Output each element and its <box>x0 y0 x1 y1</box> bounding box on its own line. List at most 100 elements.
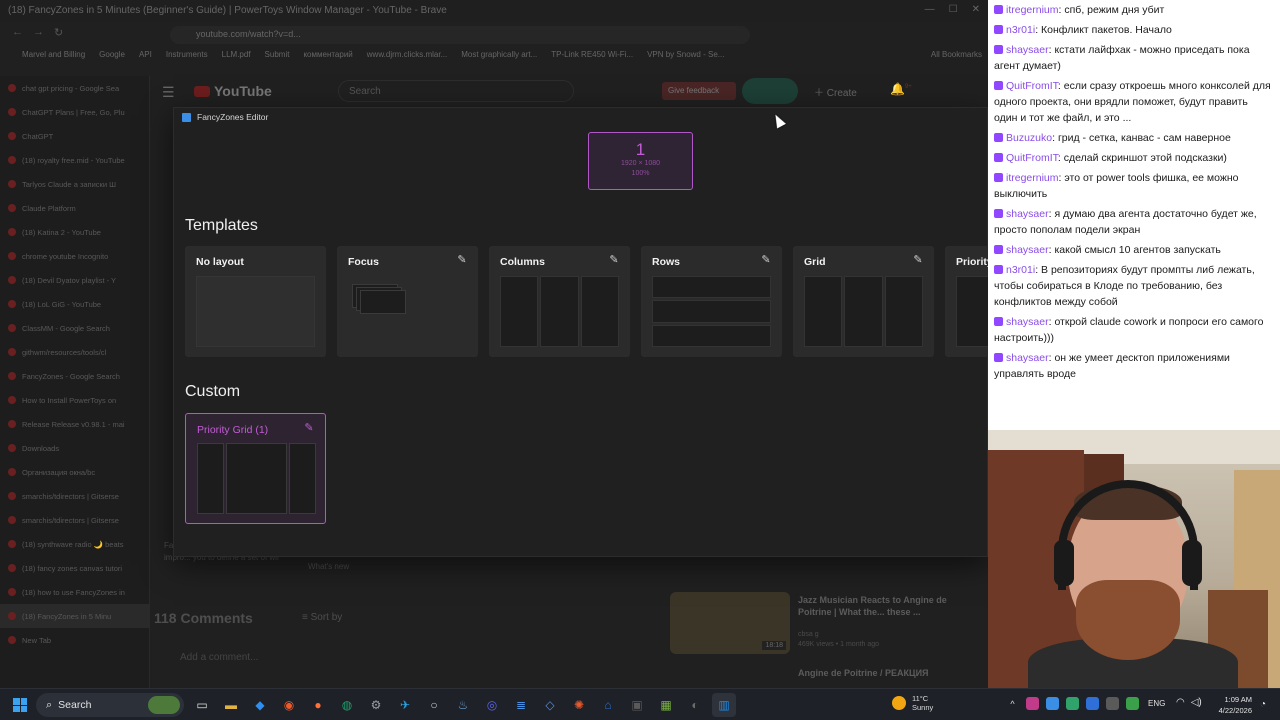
bookmark-item[interactable]: www.djrm.clicks.mlar... <box>367 50 447 66</box>
explorer-files-icon[interactable]: ▭ <box>190 693 214 717</box>
browser-tab[interactable]: ClassMM - Google Search <box>0 316 149 340</box>
notepad-icon[interactable]: ≣ <box>509 693 533 717</box>
give-feedback-button[interactable]: Give feedback <box>662 82 736 100</box>
bookmark-item[interactable]: TP-Link RE450 Wi-Fi... <box>551 50 633 66</box>
bookmark-item[interactable]: Google <box>99 50 125 66</box>
bookmark-item[interactable]: Instruments <box>166 50 208 66</box>
settings-icon[interactable]: ⚙ <box>364 693 388 717</box>
template-focus[interactable]: Focus ✎ <box>337 246 478 357</box>
tray-app-icon[interactable] <box>1126 697 1139 710</box>
browser-tab[interactable]: (18) synthwave radio 🌙 beats <box>0 532 149 556</box>
browser-tab[interactable]: Организация окна/bc <box>0 460 149 484</box>
monitor-selector[interactable]: 1 1920 × 1080 100% <box>588 132 693 190</box>
chat-username[interactable]: shaysaer <box>1006 44 1049 56</box>
edit-icon[interactable]: ✎ <box>607 253 621 267</box>
tray-app-icon[interactable] <box>1086 697 1099 710</box>
discord-icon[interactable]: ◎ <box>480 693 504 717</box>
powertoys-icon[interactable]: ◇ <box>538 693 562 717</box>
back-icon[interactable]: ← <box>12 26 23 39</box>
browser-tab[interactable]: githwm/resources/tools/cl <box>0 340 149 364</box>
browser-tab[interactable]: Tarlyos Claude a записки Ш <box>0 172 149 196</box>
chat-username[interactable]: shaysaer <box>1006 208 1049 220</box>
create-button[interactable]: ＋ Create <box>814 84 857 99</box>
edge-icon[interactable]: ◍ <box>335 693 359 717</box>
add-comment-input[interactable]: Add a comment... <box>180 652 258 663</box>
minecraft-icon[interactable]: ▦ <box>654 693 678 717</box>
forward-icon[interactable]: → <box>33 26 44 39</box>
tray-app-icon[interactable] <box>1066 697 1079 710</box>
browser-tab[interactable]: (18) Devil Dyatov playlist - Y <box>0 268 149 292</box>
browser-tab[interactable]: New Tab <box>0 628 149 652</box>
firefox-icon[interactable]: ● <box>306 693 330 717</box>
chat-username[interactable]: n3r01i <box>1006 24 1035 36</box>
github-icon[interactable]: ○ <box>422 693 446 717</box>
chat-username[interactable]: shaysaer <box>1006 352 1049 364</box>
notifications-icon[interactable]: 🔔9+ <box>890 82 912 96</box>
edit-icon[interactable]: ✎ <box>759 253 773 267</box>
bookmark-item[interactable]: Submit <box>265 50 290 66</box>
address-bar[interactable]: youtube.com/watch?v=d... <box>170 26 750 44</box>
language-indicator[interactable]: ENG <box>1148 699 1165 708</box>
extension-button[interactable] <box>742 78 798 104</box>
template-grid[interactable]: Grid ✎ <box>793 246 934 357</box>
browser-tab[interactable]: FancyZones - Google Search <box>0 364 149 388</box>
recommended-title-2[interactable]: Angine de Poitrine / РЕАКЦИЯ <box>798 668 929 678</box>
all-bookmarks-button[interactable]: All Bookmarks <box>931 50 982 66</box>
chat-username[interactable]: shaysaer <box>1006 244 1049 256</box>
browser-tab[interactable]: smarchis/tdirectors | Gitserse <box>0 508 149 532</box>
taskbar-search[interactable]: ⌕ Search <box>36 693 184 717</box>
maximize-icon[interactable]: ☐ <box>949 4 958 15</box>
quick-settings[interactable]: ◠ ◁) <box>1176 697 1202 708</box>
browser-tab[interactable]: chrome youtube Incognito <box>0 244 149 268</box>
shields-icon[interactable]: ✺ <box>567 693 591 717</box>
template-no-layout[interactable]: No layout <box>185 246 326 357</box>
template-priority[interactable]: Priority <box>945 246 989 357</box>
browser-tab[interactable]: smarchis/tdirectors | Gitserse <box>0 484 149 508</box>
browser-tab[interactable]: (18) LoL GiG - YouTube <box>0 292 149 316</box>
bookmark-item[interactable]: API <box>139 50 152 66</box>
clock[interactable]: 1:09 AM 4/22/2026 <box>1214 694 1252 716</box>
youtube-search-input[interactable]: Search <box>338 80 574 102</box>
steam-icon[interactable]: ♨ <box>451 693 475 717</box>
browser-tab[interactable]: (18) royalty free.mid - YouTube <box>0 148 149 172</box>
minimize-icon[interactable]: — <box>925 4 935 15</box>
browser-tab[interactable]: ChatGPT <box>0 124 149 148</box>
youtube-logo[interactable]: YouTube <box>194 83 272 99</box>
reload-icon[interactable]: ↻ <box>54 26 63 39</box>
fancyzones-icon[interactable]: ▥ <box>712 693 736 717</box>
chat-username[interactable]: itregernium <box>1006 4 1059 16</box>
terminal-icon[interactable]: ▣ <box>625 693 649 717</box>
browser-tab[interactable]: chat gpt pricing - Google Sea <box>0 76 149 100</box>
brave-icon[interactable]: ◉ <box>277 693 301 717</box>
browser-tab[interactable]: (18) fancy zones canvas tutori <box>0 556 149 580</box>
browser-tab[interactable]: (18) FancyZones in 5 Minu <box>0 604 149 628</box>
weather-widget[interactable]: 11°C Sunny <box>892 694 933 712</box>
custom-layout-priority-grid[interactable]: Priority Grid (1) ✎ <box>185 413 326 524</box>
whats-new-link[interactable]: What's new <box>308 562 349 571</box>
start-button[interactable] <box>13 698 27 712</box>
template-rows[interactable]: Rows ✎ <box>641 246 782 357</box>
browser-tab[interactable]: Release Release v0.98.1 - mai <box>0 412 149 436</box>
tray-app-icon[interactable] <box>1046 697 1059 710</box>
edit-icon[interactable]: ✎ <box>302 421 316 435</box>
edit-icon[interactable]: ✎ <box>455 253 469 267</box>
chat-username[interactable]: QuitFromIT <box>1006 80 1058 92</box>
bookmark-item[interactable]: VPN by Snowd - Se... <box>647 50 724 66</box>
browser-tab[interactable]: (18) how to use FancyZones in <box>0 580 149 604</box>
template-columns[interactable]: Columns ✎ <box>489 246 630 357</box>
chat-username[interactable]: n3r01i <box>1006 264 1035 276</box>
edit-icon[interactable]: ✎ <box>911 253 925 267</box>
chat-username[interactable]: itregernium <box>1006 172 1059 184</box>
obs-icon[interactable]: ◐ <box>683 693 707 717</box>
browser-tab[interactable]: How to Install PowerToys on <box>0 388 149 412</box>
vscode-icon[interactable]: ◆ <box>248 693 272 717</box>
bookmark-item[interactable]: LLM.pdf <box>222 50 251 66</box>
browser-tab[interactable]: Claude Platform <box>0 196 149 220</box>
chat-username[interactable]: QuitFromIT <box>1006 152 1058 164</box>
file-folder-icon[interactable]: ▬ <box>219 693 243 717</box>
recommended-video[interactable]: 18:18 Jazz Musician Reacts to Angine de … <box>670 592 970 654</box>
bookmark-item[interactable]: Marvel and Billing <box>22 50 85 66</box>
notification-bell-icon[interactable]: ◔ <box>1260 699 1266 710</box>
tray-app-icon[interactable] <box>1026 697 1039 710</box>
menu-icon[interactable]: ☰ <box>162 84 175 101</box>
